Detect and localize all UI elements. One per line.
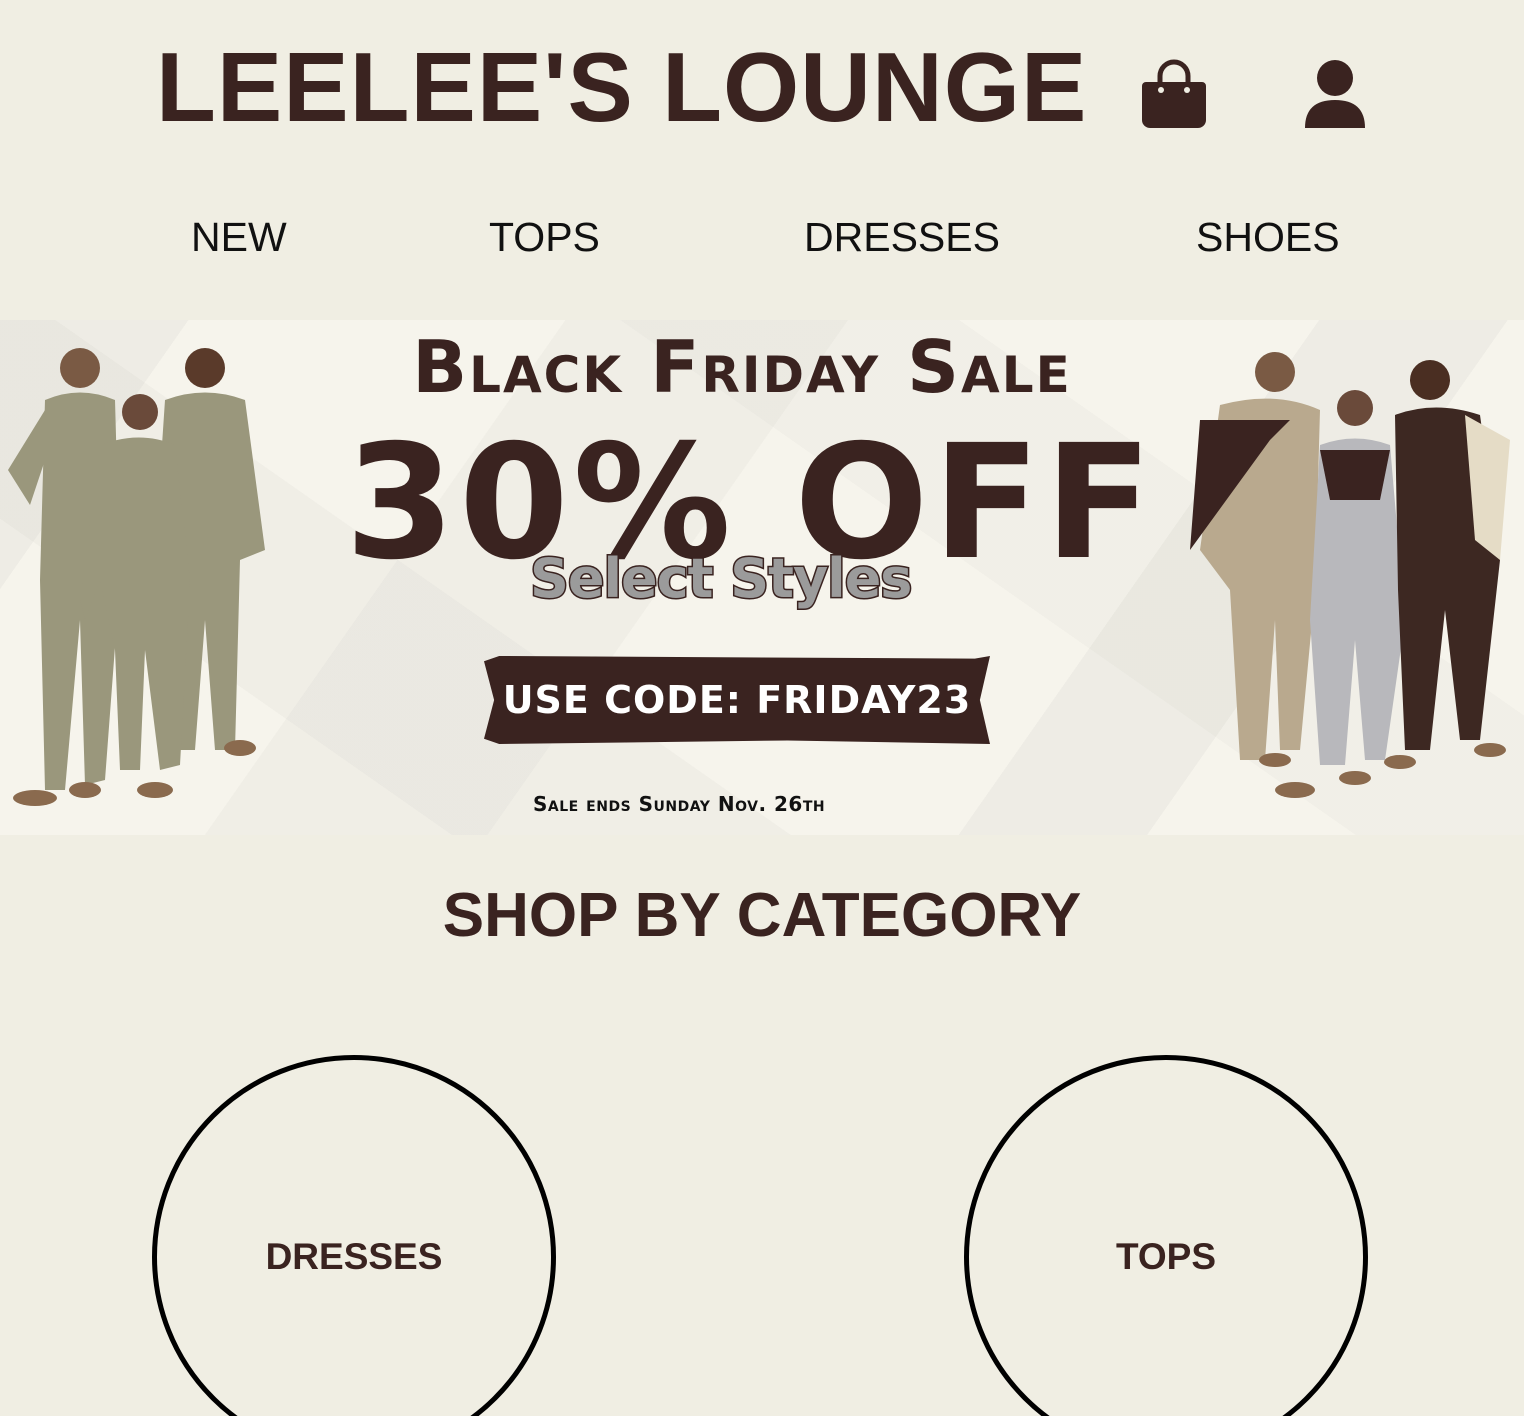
nav-tops[interactable]: TOPS bbox=[489, 214, 600, 261]
site-logo[interactable]: LEELEE'S LOUNGE bbox=[156, 38, 1087, 136]
black-friday-title: Black Friday Sale bbox=[412, 325, 1072, 409]
promo-code-text: USE CODE: FRIDAY23 bbox=[502, 678, 972, 722]
nav-dresses[interactable]: DRESSES bbox=[804, 214, 1000, 261]
shopping-bag-icon[interactable] bbox=[1140, 58, 1208, 132]
shop-by-category-heading: SHOP BY CATEGORY bbox=[442, 881, 1082, 950]
category-dresses-label: DRESSES bbox=[265, 1236, 443, 1277]
select-styles-label: Select Styles bbox=[528, 547, 913, 610]
category-tops[interactable]: TOPS bbox=[964, 1055, 1368, 1416]
sale-end-date: Sale ends Sunday Nov. 26th bbox=[533, 792, 826, 816]
category-dresses[interactable]: DRESSES bbox=[152, 1055, 556, 1416]
black-friday-banner[interactable]: Black Friday Sale 30% OFF Select Styles … bbox=[0, 320, 1524, 835]
promo-code-badge: USE CODE: FRIDAY23 bbox=[484, 656, 990, 744]
category-tops-label: TOPS bbox=[1115, 1236, 1217, 1277]
nav-new[interactable]: NEW bbox=[191, 214, 287, 261]
nav-shoes[interactable]: SHOES bbox=[1196, 214, 1340, 261]
user-account-icon[interactable] bbox=[1302, 58, 1368, 132]
page: LEELEE'S LOUNGE NEW TOPS DRESSES SHOES B… bbox=[0, 0, 1524, 1416]
